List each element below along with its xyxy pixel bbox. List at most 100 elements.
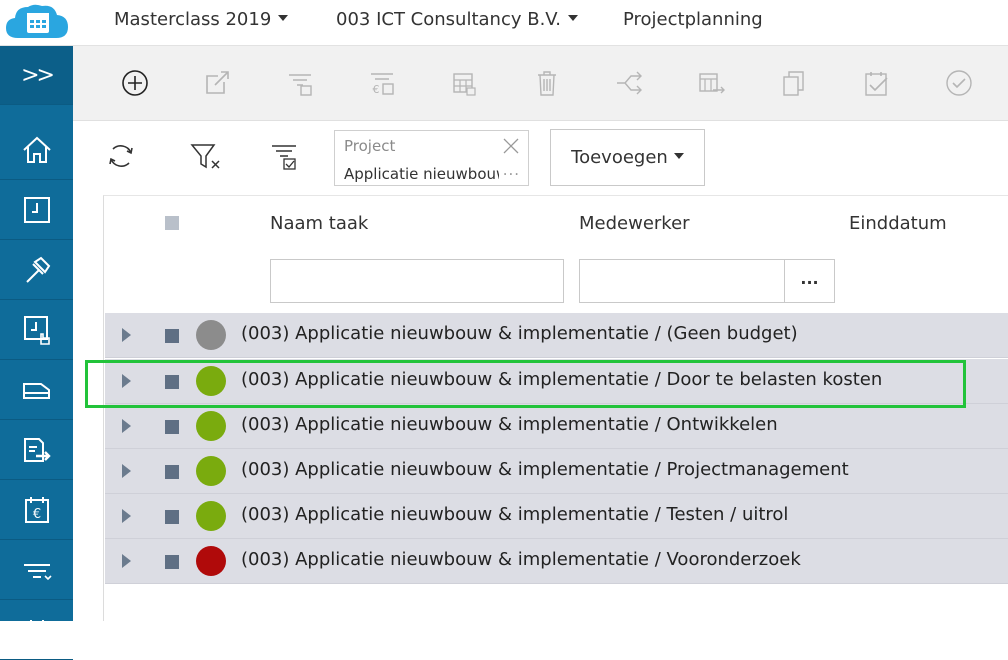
filter-edit-button[interactable] — [283, 66, 317, 100]
status-dot — [196, 411, 226, 441]
open-button[interactable] — [200, 66, 234, 100]
clear-filter-button[interactable] — [185, 136, 225, 176]
status-dot — [196, 546, 226, 576]
copy-button[interactable] — [777, 66, 811, 100]
column-header-enddate[interactable]: Einddatum — [849, 213, 947, 234]
row-checkbox[interactable] — [165, 375, 179, 389]
expand-arrow-icon[interactable] — [122, 554, 131, 568]
sidebar-expand-button[interactable]: >> — [0, 46, 73, 105]
svg-text:€: € — [373, 83, 380, 96]
project-filter-label: Project — [344, 137, 396, 155]
column-header-name[interactable]: Naam taak — [270, 213, 368, 234]
cost-filter-icon: € — [371, 73, 394, 96]
table-row[interactable]: (003) Applicatie nieuwbouw & implementat… — [105, 539, 1008, 584]
check-circle-icon — [946, 70, 972, 96]
sidebar-item-filters[interactable] — [0, 541, 73, 600]
svg-text:€: € — [32, 507, 40, 522]
expand-arrow-icon[interactable] — [122, 374, 131, 388]
calendar-icon — [24, 620, 49, 643]
task-name: (003) Applicatie nieuwbouw & implementat… — [241, 459, 849, 480]
expand-arrow-icon[interactable] — [122, 509, 131, 523]
status-dot — [196, 366, 226, 396]
task-name: (003) Applicatie nieuwbouw & implementat… — [241, 369, 883, 390]
column-header-employee[interactable]: Medewerker — [579, 213, 690, 234]
split-icon — [617, 71, 642, 95]
timesheet-icon — [23, 197, 50, 223]
expand-arrow-icon[interactable] — [122, 464, 131, 478]
chevron-down-icon — [568, 15, 578, 21]
filter-settings-icon — [272, 145, 296, 170]
project-filter-chip[interactable]: Project Applicatie nieuwbouw & implement… — [334, 130, 529, 186]
company-label: 003 ICT Consultancy B.V. — [336, 9, 561, 30]
sidebar-item-timesheet[interactable] — [0, 181, 73, 240]
sidebar-item-projects[interactable] — [0, 241, 73, 300]
task-name: (003) Applicatie nieuwbouw & implementat… — [241, 504, 789, 525]
filter-lines-icon — [23, 564, 52, 581]
sidebar-item-invoice-export[interactable] — [0, 421, 73, 480]
expand-arrow-icon[interactable] — [122, 419, 131, 433]
row-checkbox[interactable] — [165, 420, 179, 434]
row-checkbox[interactable] — [165, 329, 179, 343]
calendar-grid-button[interactable] — [447, 66, 481, 100]
open-external-icon — [206, 71, 229, 94]
table-row[interactable]: (003) Applicatie nieuwbouw & implementat… — [105, 449, 1008, 494]
employee-filter-input[interactable] — [579, 259, 785, 303]
hammer-icon — [25, 256, 50, 283]
table-row[interactable]: (003) Applicatie nieuwbouw & implementat… — [105, 359, 1008, 404]
expand-arrow-icon[interactable] — [122, 328, 131, 342]
more-icon[interactable]: ... — [503, 161, 520, 179]
add-button[interactable] — [118, 66, 152, 100]
select-all-checkbox[interactable] — [165, 216, 179, 230]
table-row[interactable]: (003) Applicatie nieuwbouw & implementat… — [105, 404, 1008, 449]
top-bar: Masterclass 2019 003 ICT Consultancy B.V… — [0, 0, 1008, 46]
sidebar: >> € — [0, 46, 73, 660]
project-filter-value: Applicatie nieuwbouw & implementatie — [344, 165, 499, 183]
status-dot — [196, 320, 226, 350]
sidebar-item-approve-hours[interactable] — [0, 301, 73, 360]
split-button[interactable] — [612, 66, 646, 100]
module-title[interactable]: Projectplanning — [623, 9, 763, 30]
sidebar-item-home[interactable] — [0, 121, 73, 180]
home-icon — [22, 136, 51, 163]
calendar-euro-icon: € — [24, 497, 49, 523]
clipboard-check-icon — [865, 72, 888, 96]
calendar-grid-icon — [453, 73, 476, 96]
filter-settings-button[interactable] — [264, 136, 304, 176]
row-checkbox[interactable] — [165, 510, 179, 524]
environment-dropdown[interactable]: Masterclass 2019 — [114, 9, 289, 30]
status-dot — [196, 501, 226, 531]
delete-button[interactable] — [530, 66, 564, 100]
table-row[interactable]: (003) Applicatie nieuwbouw & implementat… — [105, 494, 1008, 539]
clear-filter-icon — [190, 144, 220, 169]
calendar-forward-button[interactable] — [694, 66, 728, 100]
timesheet-approve-icon — [23, 316, 50, 345]
status-dot — [196, 456, 226, 486]
cloud-calendar-logo-icon[interactable] — [4, 2, 70, 40]
clipboard-check-button[interactable] — [859, 66, 893, 100]
close-icon[interactable] — [502, 137, 520, 155]
expand-icon: >> — [21, 62, 55, 88]
row-checkbox[interactable] — [165, 555, 179, 569]
filter-edit-icon — [289, 74, 312, 96]
table-row[interactable]: (003) Applicatie nieuwbouw & implementat… — [105, 313, 1008, 358]
copy-icon — [783, 71, 804, 96]
name-filter-input[interactable] — [270, 259, 564, 303]
add-dropdown-label: Toevoegen — [571, 147, 668, 168]
chevron-down-icon — [673, 152, 684, 159]
chevron-down-icon — [278, 15, 289, 21]
task-name: (003) Applicatie nieuwbouw & implementat… — [241, 323, 798, 344]
environment-label: Masterclass 2019 — [114, 9, 272, 30]
company-dropdown[interactable]: 003 ICT Consultancy B.V. — [336, 9, 578, 30]
sidebar-item-costs[interactable]: € — [0, 481, 73, 540]
sidebar-item-logistics[interactable] — [0, 361, 73, 420]
refresh-button[interactable] — [101, 136, 141, 176]
truck-icon — [22, 383, 50, 399]
sidebar-item-calendar[interactable] — [0, 601, 73, 660]
add-dropdown-button[interactable]: Toevoegen — [550, 129, 705, 186]
cost-filter-button[interactable]: € — [365, 66, 399, 100]
row-checkbox[interactable] — [165, 465, 179, 479]
approve-button[interactable] — [942, 66, 976, 100]
employee-lookup-button[interactable]: ... — [785, 259, 835, 303]
task-grid: Naam taak Medewerker Einddatum ... (003)… — [103, 195, 1008, 621]
calendar-forward-icon — [699, 73, 725, 94]
